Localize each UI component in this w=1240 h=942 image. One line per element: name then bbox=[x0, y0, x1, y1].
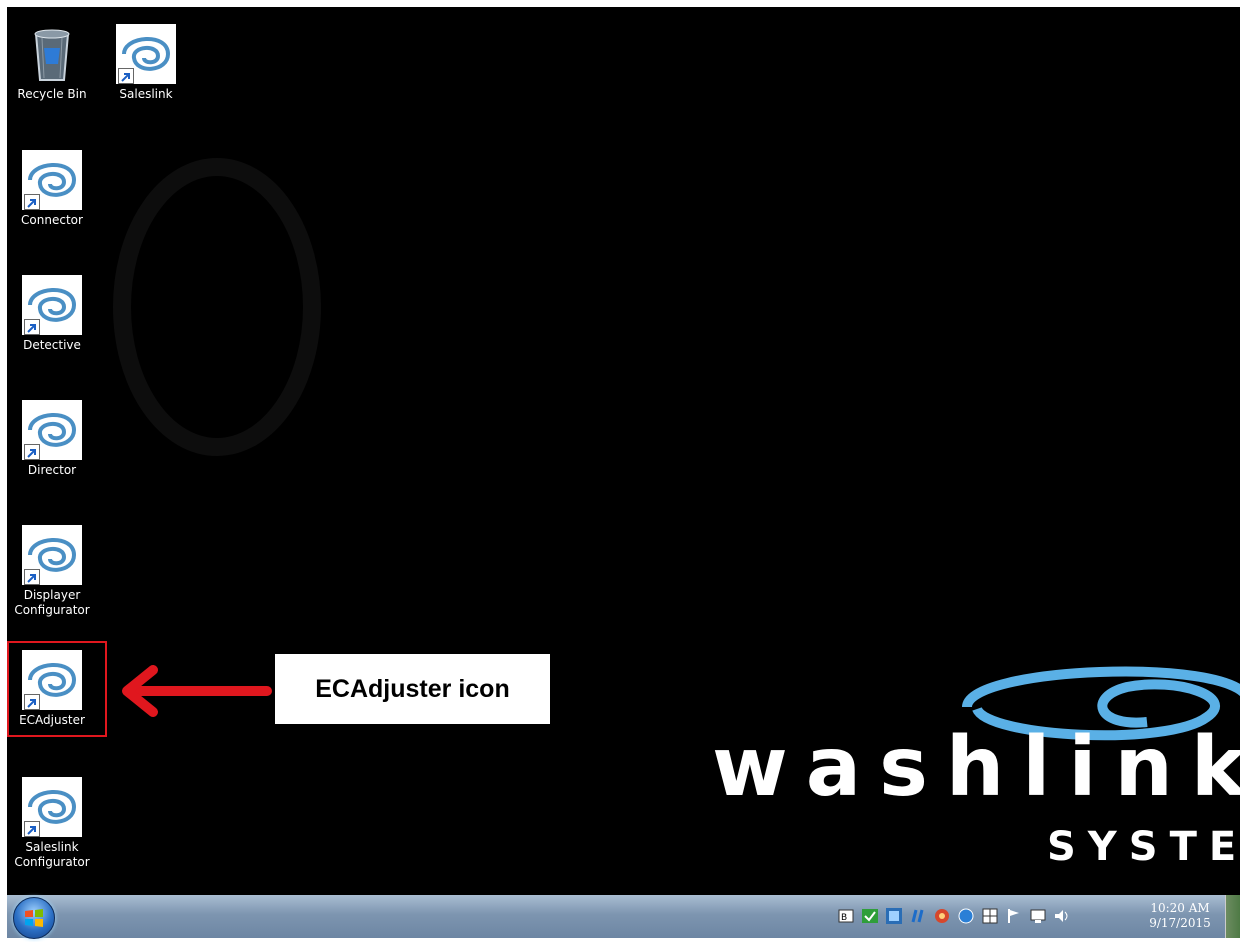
desktop-icon-label: Recycle Bin bbox=[17, 87, 87, 101]
start-button[interactable] bbox=[13, 897, 55, 939]
system-tray: B bbox=[837, 907, 1071, 927]
callout-label: ECAdjuster icon bbox=[275, 654, 550, 724]
windows-grid-icon[interactable] bbox=[981, 907, 999, 925]
desktop-icon-label: Director bbox=[27, 463, 77, 477]
taskbar: B 10:20 AM 9/17/2015 bbox=[7, 895, 1240, 939]
shortcut-arrow-icon bbox=[24, 444, 40, 460]
shortcut-arrow-icon bbox=[118, 68, 134, 84]
desktop-icon-director[interactable]: Director bbox=[7, 400, 97, 478]
desktop-icon-label: Displayer Configurator bbox=[14, 588, 90, 617]
blue-globe-icon[interactable] bbox=[957, 907, 975, 925]
wallpaper-swirl-shadow bbox=[113, 158, 321, 456]
network-activity-icon[interactable] bbox=[909, 907, 927, 925]
red-arrow-icon bbox=[122, 665, 272, 717]
windows-logo-icon bbox=[25, 909, 43, 927]
shortcut-arrow-icon bbox=[24, 569, 40, 585]
wallpaper-logo-sub: SYSTEM bbox=[1047, 824, 1240, 870]
shortcut-arrow-icon bbox=[24, 319, 40, 335]
red-app-icon[interactable] bbox=[933, 907, 951, 925]
desktop-icon-saleslink[interactable]: Saleslink bbox=[101, 24, 191, 102]
show-desktop-button[interactable] bbox=[1225, 895, 1240, 938]
wallpaper-logo-word: washlink bbox=[712, 720, 1240, 815]
clock-time: 10:20 AM bbox=[1150, 901, 1210, 915]
volume-icon[interactable] bbox=[1053, 907, 1071, 925]
desktop-icon-saleslink-configurator[interactable]: Saleslink Configurator bbox=[7, 777, 97, 870]
recycle-bin-icon bbox=[34, 29, 70, 81]
language-icon[interactable]: B bbox=[837, 907, 855, 925]
shortcut-arrow-icon bbox=[24, 821, 40, 837]
blue-app-icon[interactable] bbox=[885, 907, 903, 925]
green-check-icon[interactable] bbox=[861, 907, 879, 925]
desktop-icon-recycle-bin[interactable]: Recycle Bin bbox=[7, 24, 97, 102]
desktop-icon-label: Saleslink bbox=[119, 87, 173, 101]
desktop-icon-label: Detective bbox=[23, 338, 81, 352]
clock-date: 9/17/2015 bbox=[1149, 916, 1211, 930]
highlight-box bbox=[7, 641, 107, 737]
svg-text:B: B bbox=[841, 913, 847, 923]
desktop-icon-detective[interactable]: Detective bbox=[7, 275, 97, 353]
flag-icon[interactable] bbox=[1005, 907, 1023, 925]
desktop-icon-label: Saleslink Configurator bbox=[14, 840, 90, 869]
clock[interactable]: 10:20 AM 9/17/2015 bbox=[1145, 901, 1215, 931]
desktop-icon-connector[interactable]: Connector bbox=[7, 150, 97, 228]
desktop-icon-label: Connector bbox=[21, 213, 83, 227]
shortcut-arrow-icon bbox=[24, 194, 40, 210]
desktop[interactable]: Recycle Bin Saleslink Connector Detectiv… bbox=[7, 7, 1240, 895]
desktop-icon-displayer-configurator[interactable]: Displayer Configurator bbox=[7, 525, 97, 618]
display-icon[interactable] bbox=[1029, 907, 1047, 925]
